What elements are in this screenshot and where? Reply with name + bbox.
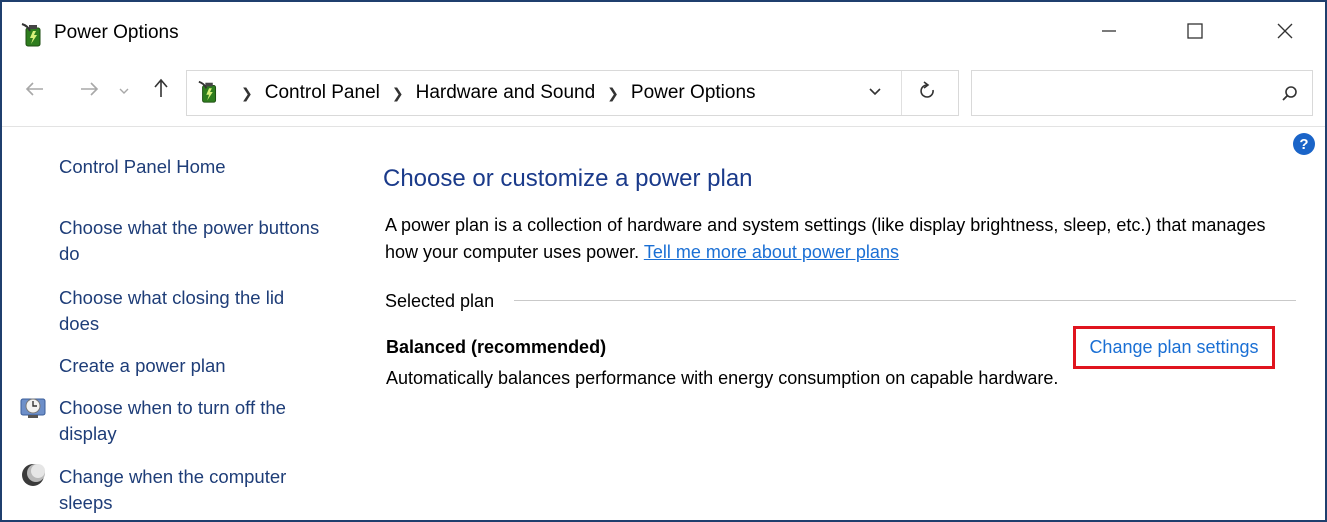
sidebar-item-computer-sleeps[interactable]: Change when the computer sleeps: [59, 464, 329, 516]
power-options-icon: [197, 79, 223, 105]
breadcrumb-power-options[interactable]: Power Options: [631, 82, 756, 104]
maximize-button[interactable]: [1180, 18, 1210, 48]
breadcrumb-control-panel[interactable]: Control Panel: [265, 82, 380, 104]
moon-sleep-icon: [20, 462, 46, 488]
minimize-button[interactable]: [1094, 18, 1124, 48]
selected-plan-heading: Selected plan: [385, 291, 505, 312]
power-options-window: Power Options ❯ Control Panel ❯ Hardware…: [0, 0, 1327, 522]
sidebar-item-power-buttons[interactable]: Choose what the power buttons do: [59, 215, 329, 267]
help-icon[interactable]: ?: [1293, 133, 1315, 155]
up-button[interactable]: [146, 76, 176, 106]
forward-button[interactable]: [74, 76, 104, 106]
maximize-icon: [1186, 22, 1204, 45]
content-divider: [2, 126, 1325, 127]
display-clock-icon: [20, 394, 46, 420]
breadcrumb-hardware-and-sound[interactable]: Hardware and Sound: [416, 82, 596, 104]
chevron-right-icon: ❯: [241, 84, 253, 101]
plan-description: Automatically balances performance with …: [386, 368, 1059, 388]
refresh-button[interactable]: [913, 79, 943, 107]
address-dropdown-button[interactable]: [863, 81, 887, 105]
sidebar-item-create-power-plan[interactable]: Create a power plan: [59, 353, 329, 379]
chevron-down-icon: [119, 84, 129, 98]
minimize-icon: [1100, 22, 1118, 45]
address-bar[interactable]: ❯ Control Panel ❯ Hardware and Sound ❯ P…: [186, 70, 959, 116]
close-icon: [1276, 22, 1294, 45]
sidebar-item-turn-off-display[interactable]: Choose when to turn off the display: [59, 395, 329, 447]
search-input[interactable]: [971, 70, 1313, 116]
page-title: Choose or customize a power plan: [383, 165, 753, 192]
plan-name: Balanced (recommended): [386, 337, 607, 357]
title-bar: Power Options: [2, 2, 1325, 64]
recent-locations-button[interactable]: [114, 76, 134, 106]
window-title: Power Options: [54, 22, 179, 43]
sidebar-item-closing-lid[interactable]: Choose what closing the lid does: [59, 285, 329, 337]
close-button[interactable]: [1270, 18, 1300, 48]
selected-plan-divider: [514, 300, 1296, 301]
arrow-right-icon: [79, 80, 99, 103]
address-divider: [901, 71, 902, 115]
chevron-right-icon[interactable]: ❯: [392, 85, 404, 102]
tell-me-more-link[interactable]: Tell me more about power plans: [644, 242, 899, 262]
sidebar-item-control-panel-home[interactable]: Control Panel Home: [59, 154, 329, 180]
power-options-icon: [20, 22, 48, 48]
refresh-icon: [919, 80, 937, 106]
navigation-bar: ❯ Control Panel ❯ Hardware and Sound ❯ P…: [2, 64, 1325, 118]
breadcrumb: ❯ Control Panel ❯ Hardware and Sound ❯ P…: [229, 71, 756, 115]
arrow-left-icon: [25, 80, 45, 103]
back-button[interactable]: [20, 76, 50, 106]
change-plan-settings-link[interactable]: Change plan settings: [1073, 326, 1275, 369]
arrow-up-icon: [153, 78, 169, 104]
chevron-down-icon: [868, 84, 882, 102]
search-icon[interactable]: [1280, 84, 1300, 104]
chevron-right-icon[interactable]: ❯: [607, 85, 619, 102]
page-description: A power plan is a collection of hardware…: [385, 212, 1295, 266]
